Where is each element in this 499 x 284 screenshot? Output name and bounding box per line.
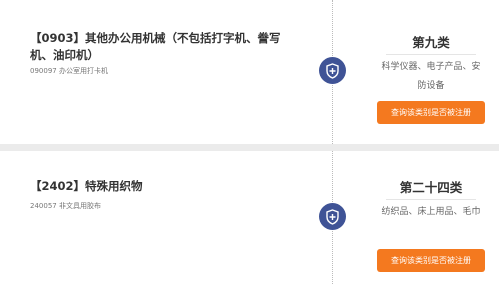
class-title: 第二十四类 xyxy=(399,180,463,195)
item-subtitle: 090097 办公室用打卡机 xyxy=(30,67,108,75)
class-description: 科学仪器、电子产品、安防设备 xyxy=(381,62,481,91)
row-separator xyxy=(0,144,499,151)
class-description: 纺织品、床上用品、毛巾 xyxy=(381,207,481,217)
class-item-row: 【0903】其他办公用机械（不包括打字机、誊写机、油印机） 090097 办公室… xyxy=(0,0,499,144)
item-subtitle: 240057 非文具用胶布 xyxy=(30,202,101,210)
check-registration-button[interactable]: 查询该类别是否被注册 xyxy=(377,249,485,272)
shield-plus-icon xyxy=(319,57,346,84)
item-title: 【2402】特殊用织物 xyxy=(30,179,143,193)
class-panel: 第二十四类 纺织品、床上用品、毛巾 查询该类别是否被注册 xyxy=(376,179,486,272)
class-item-row: 【2402】特殊用织物 240057 非文具用胶布 第二十四类 纺织品、床上用品… xyxy=(0,151,499,284)
item-title: 【0903】其他办公用机械（不包括打字机、誊写机、油印机） xyxy=(30,31,281,62)
divider xyxy=(386,199,476,200)
class-title: 第九类 xyxy=(412,35,450,50)
shield-plus-icon xyxy=(319,203,346,230)
check-registration-button[interactable]: 查询该类别是否被注册 xyxy=(377,101,485,124)
divider xyxy=(386,54,476,55)
class-panel: 第九类 科学仪器、电子产品、安防设备 查询该类别是否被注册 xyxy=(376,34,486,124)
